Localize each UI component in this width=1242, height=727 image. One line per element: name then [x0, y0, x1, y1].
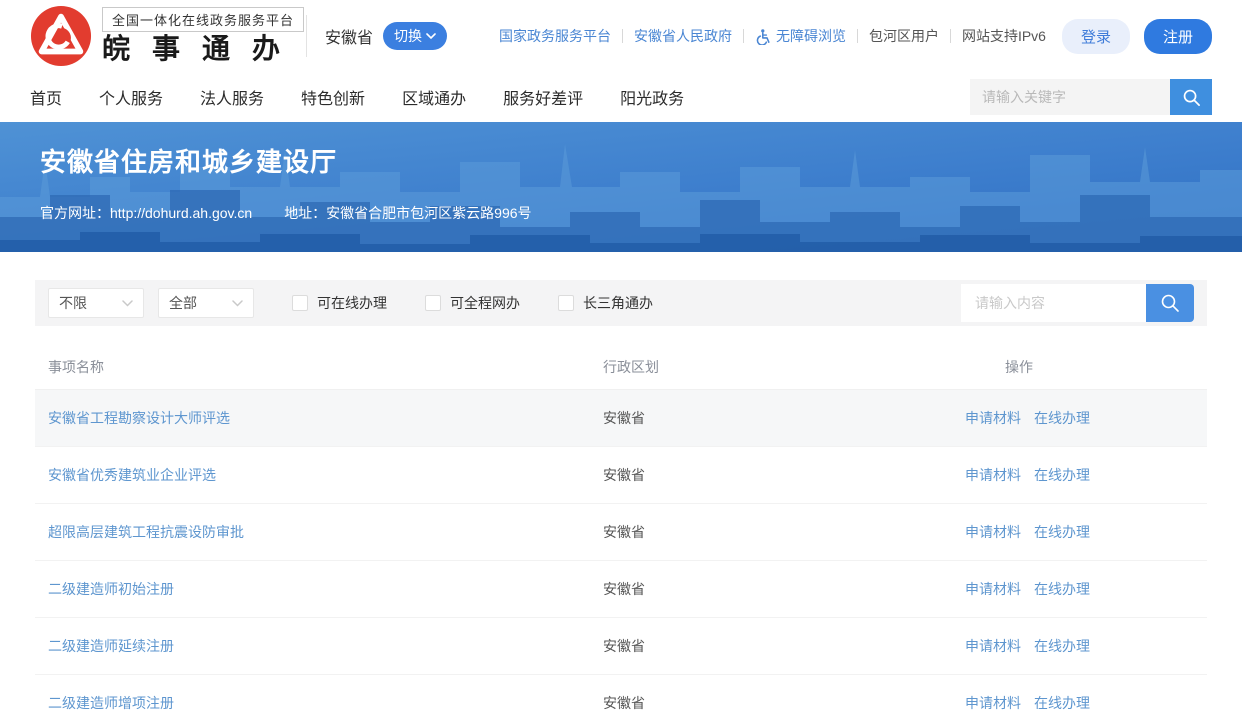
checkbox-online-handling[interactable]: 可在线办理: [292, 293, 387, 313]
dropdown-value: 不限: [59, 293, 87, 313]
table-row: 二级建造师增项注册 安徽省 申请材料 在线办理: [35, 675, 1207, 727]
item-name-link[interactable]: 安徽省工程勘察设计大师评选: [35, 408, 590, 428]
wheelchair-icon: [755, 28, 772, 45]
apply-materials-link[interactable]: 申请材料: [965, 522, 1021, 542]
nav-item-corporate[interactable]: 法人服务: [200, 85, 264, 109]
nav-item-innovation[interactable]: 特色创新: [301, 85, 365, 109]
link-national-platform[interactable]: 国家政务服务平台: [499, 26, 611, 46]
content-search-button[interactable]: [1146, 284, 1194, 322]
apply-materials-link[interactable]: 申请材料: [965, 465, 1021, 485]
search-icon: [1182, 88, 1201, 107]
search-icon: [1160, 293, 1180, 313]
apply-materials-link[interactable]: 申请材料: [965, 693, 1021, 713]
address-label: 地址：安徽省合肥市包河区紫云路996号: [284, 203, 531, 223]
content-search-input[interactable]: [961, 284, 1146, 322]
items-table: 事项名称 行政区划 操作 安徽省工程勘察设计大师评选 安徽省 申请材料 在线办理…: [35, 345, 1207, 727]
separator: [950, 29, 951, 43]
region-switch-button[interactable]: 切换: [383, 22, 447, 50]
switch-label: 切换: [394, 26, 422, 46]
chevron-down-icon: [232, 300, 243, 307]
chevron-down-icon: [426, 33, 436, 40]
nav-item-home[interactable]: 首页: [30, 85, 62, 109]
link-provincial-gov[interactable]: 安徽省人民政府: [634, 26, 732, 46]
ipv6-support-label: 网站支持IPv6: [962, 26, 1046, 46]
item-region: 安徽省: [590, 465, 960, 485]
logo-icon: [30, 5, 92, 67]
item-name-link[interactable]: 二级建造师延续注册: [35, 636, 590, 656]
apply-materials-link[interactable]: 申请材料: [965, 636, 1021, 656]
main-nav: 首页 个人服务 法人服务 特色创新 区域通办 服务好差评 阳光政务: [0, 72, 1242, 122]
table-row: 安徽省工程勘察设计大师评选 安徽省 申请材料 在线办理: [35, 390, 1207, 447]
platform-tagline: 全国一体化在线政务服务平台: [102, 7, 304, 32]
separator: [743, 29, 744, 43]
item-region: 安徽省: [590, 408, 960, 428]
table-row: 二级建造师延续注册 安徽省 申请材料 在线办理: [35, 618, 1207, 675]
filter-bar: 不限 全部 可在线办理 可全程网办 长三角通办: [35, 280, 1207, 326]
department-title: 安徽省住房和城乡建设厅: [40, 142, 337, 179]
link-district-user[interactable]: 包河区用户: [869, 26, 939, 46]
nav-item-regional[interactable]: 区域通办: [402, 85, 466, 109]
online-handle-link[interactable]: 在线办理: [1034, 522, 1090, 542]
checkbox-label: 可在线办理: [317, 293, 387, 313]
online-handle-link[interactable]: 在线办理: [1034, 636, 1090, 656]
apply-materials-link[interactable]: 申请材料: [965, 408, 1021, 428]
item-name-link[interactable]: 安徽省优秀建筑业企业评选: [35, 465, 590, 485]
item-region: 安徽省: [590, 693, 960, 713]
column-header-item-name: 事项名称: [35, 357, 590, 377]
accessibility-label: 无障碍浏览: [776, 26, 846, 46]
filter-dropdown-category[interactable]: 全部: [158, 288, 254, 318]
checkbox-full-online[interactable]: 可全程网办: [425, 293, 520, 313]
nav-item-service-rating[interactable]: 服务好差评: [503, 85, 583, 109]
column-header-region: 行政区划: [590, 357, 960, 377]
keyword-search-button[interactable]: [1170, 79, 1212, 115]
online-handle-link[interactable]: 在线办理: [1034, 408, 1090, 428]
nav-item-open-gov[interactable]: 阳光政务: [620, 85, 684, 109]
checkbox[interactable]: [292, 295, 308, 311]
item-name-link[interactable]: 二级建造师增项注册: [35, 693, 590, 713]
item-name-link[interactable]: 超限高层建筑工程抗震设防审批: [35, 522, 590, 542]
checkbox[interactable]: [558, 295, 574, 311]
apply-materials-link[interactable]: 申请材料: [965, 579, 1021, 599]
login-button[interactable]: 登录: [1062, 19, 1130, 54]
filter-dropdown-scope[interactable]: 不限: [48, 288, 144, 318]
separator: [857, 29, 858, 43]
table-row: 超限高层建筑工程抗震设防审批 安徽省 申请材料 在线办理: [35, 504, 1207, 561]
dropdown-value: 全部: [169, 293, 197, 313]
site-title: 皖事通办: [102, 34, 304, 65]
checkbox-label: 可全程网办: [450, 293, 520, 313]
item-region: 安徽省: [590, 636, 960, 656]
checkbox[interactable]: [425, 295, 441, 311]
column-header-actions: 操作: [960, 357, 1207, 377]
checkbox-yangtze-delta[interactable]: 长三角通办: [558, 293, 653, 313]
header-divider: [306, 15, 307, 57]
table-row: 安徽省优秀建筑业企业评选 安徽省 申请材料 在线办理: [35, 447, 1207, 504]
top-header: 全国一体化在线政务服务平台 皖事通办 安徽省 切换 国家政务服务平台 安徽省人民…: [0, 0, 1242, 72]
main-content: 不限 全部 可在线办理 可全程网办 长三角通办 事项名称 行政区: [0, 280, 1242, 727]
item-name-link[interactable]: 二级建造师初始注册: [35, 579, 590, 599]
chevron-down-icon: [122, 300, 133, 307]
official-website-label: 官方网址：http://dohurd.ah.gov.cn: [40, 203, 252, 223]
item-region: 安徽省: [590, 522, 960, 542]
register-button[interactable]: 注册: [1144, 19, 1212, 54]
nav-item-personal[interactable]: 个人服务: [99, 85, 163, 109]
table-row: 二级建造师初始注册 安徽省 申请材料 在线办理: [35, 561, 1207, 618]
online-handle-link[interactable]: 在线办理: [1034, 579, 1090, 599]
link-accessibility[interactable]: 无障碍浏览: [755, 26, 846, 46]
checkbox-label: 长三角通办: [583, 293, 653, 313]
keyword-search-input[interactable]: [970, 79, 1170, 115]
item-region: 安徽省: [590, 579, 960, 599]
separator: [622, 29, 623, 43]
online-handle-link[interactable]: 在线办理: [1034, 465, 1090, 485]
online-handle-link[interactable]: 在线办理: [1034, 693, 1090, 713]
current-region-label: 安徽省: [325, 24, 373, 48]
department-banner: 安徽省住房和城乡建设厅 官方网址：http://dohurd.ah.gov.cn…: [0, 122, 1242, 252]
table-header-row: 事项名称 行政区划 操作: [35, 345, 1207, 390]
